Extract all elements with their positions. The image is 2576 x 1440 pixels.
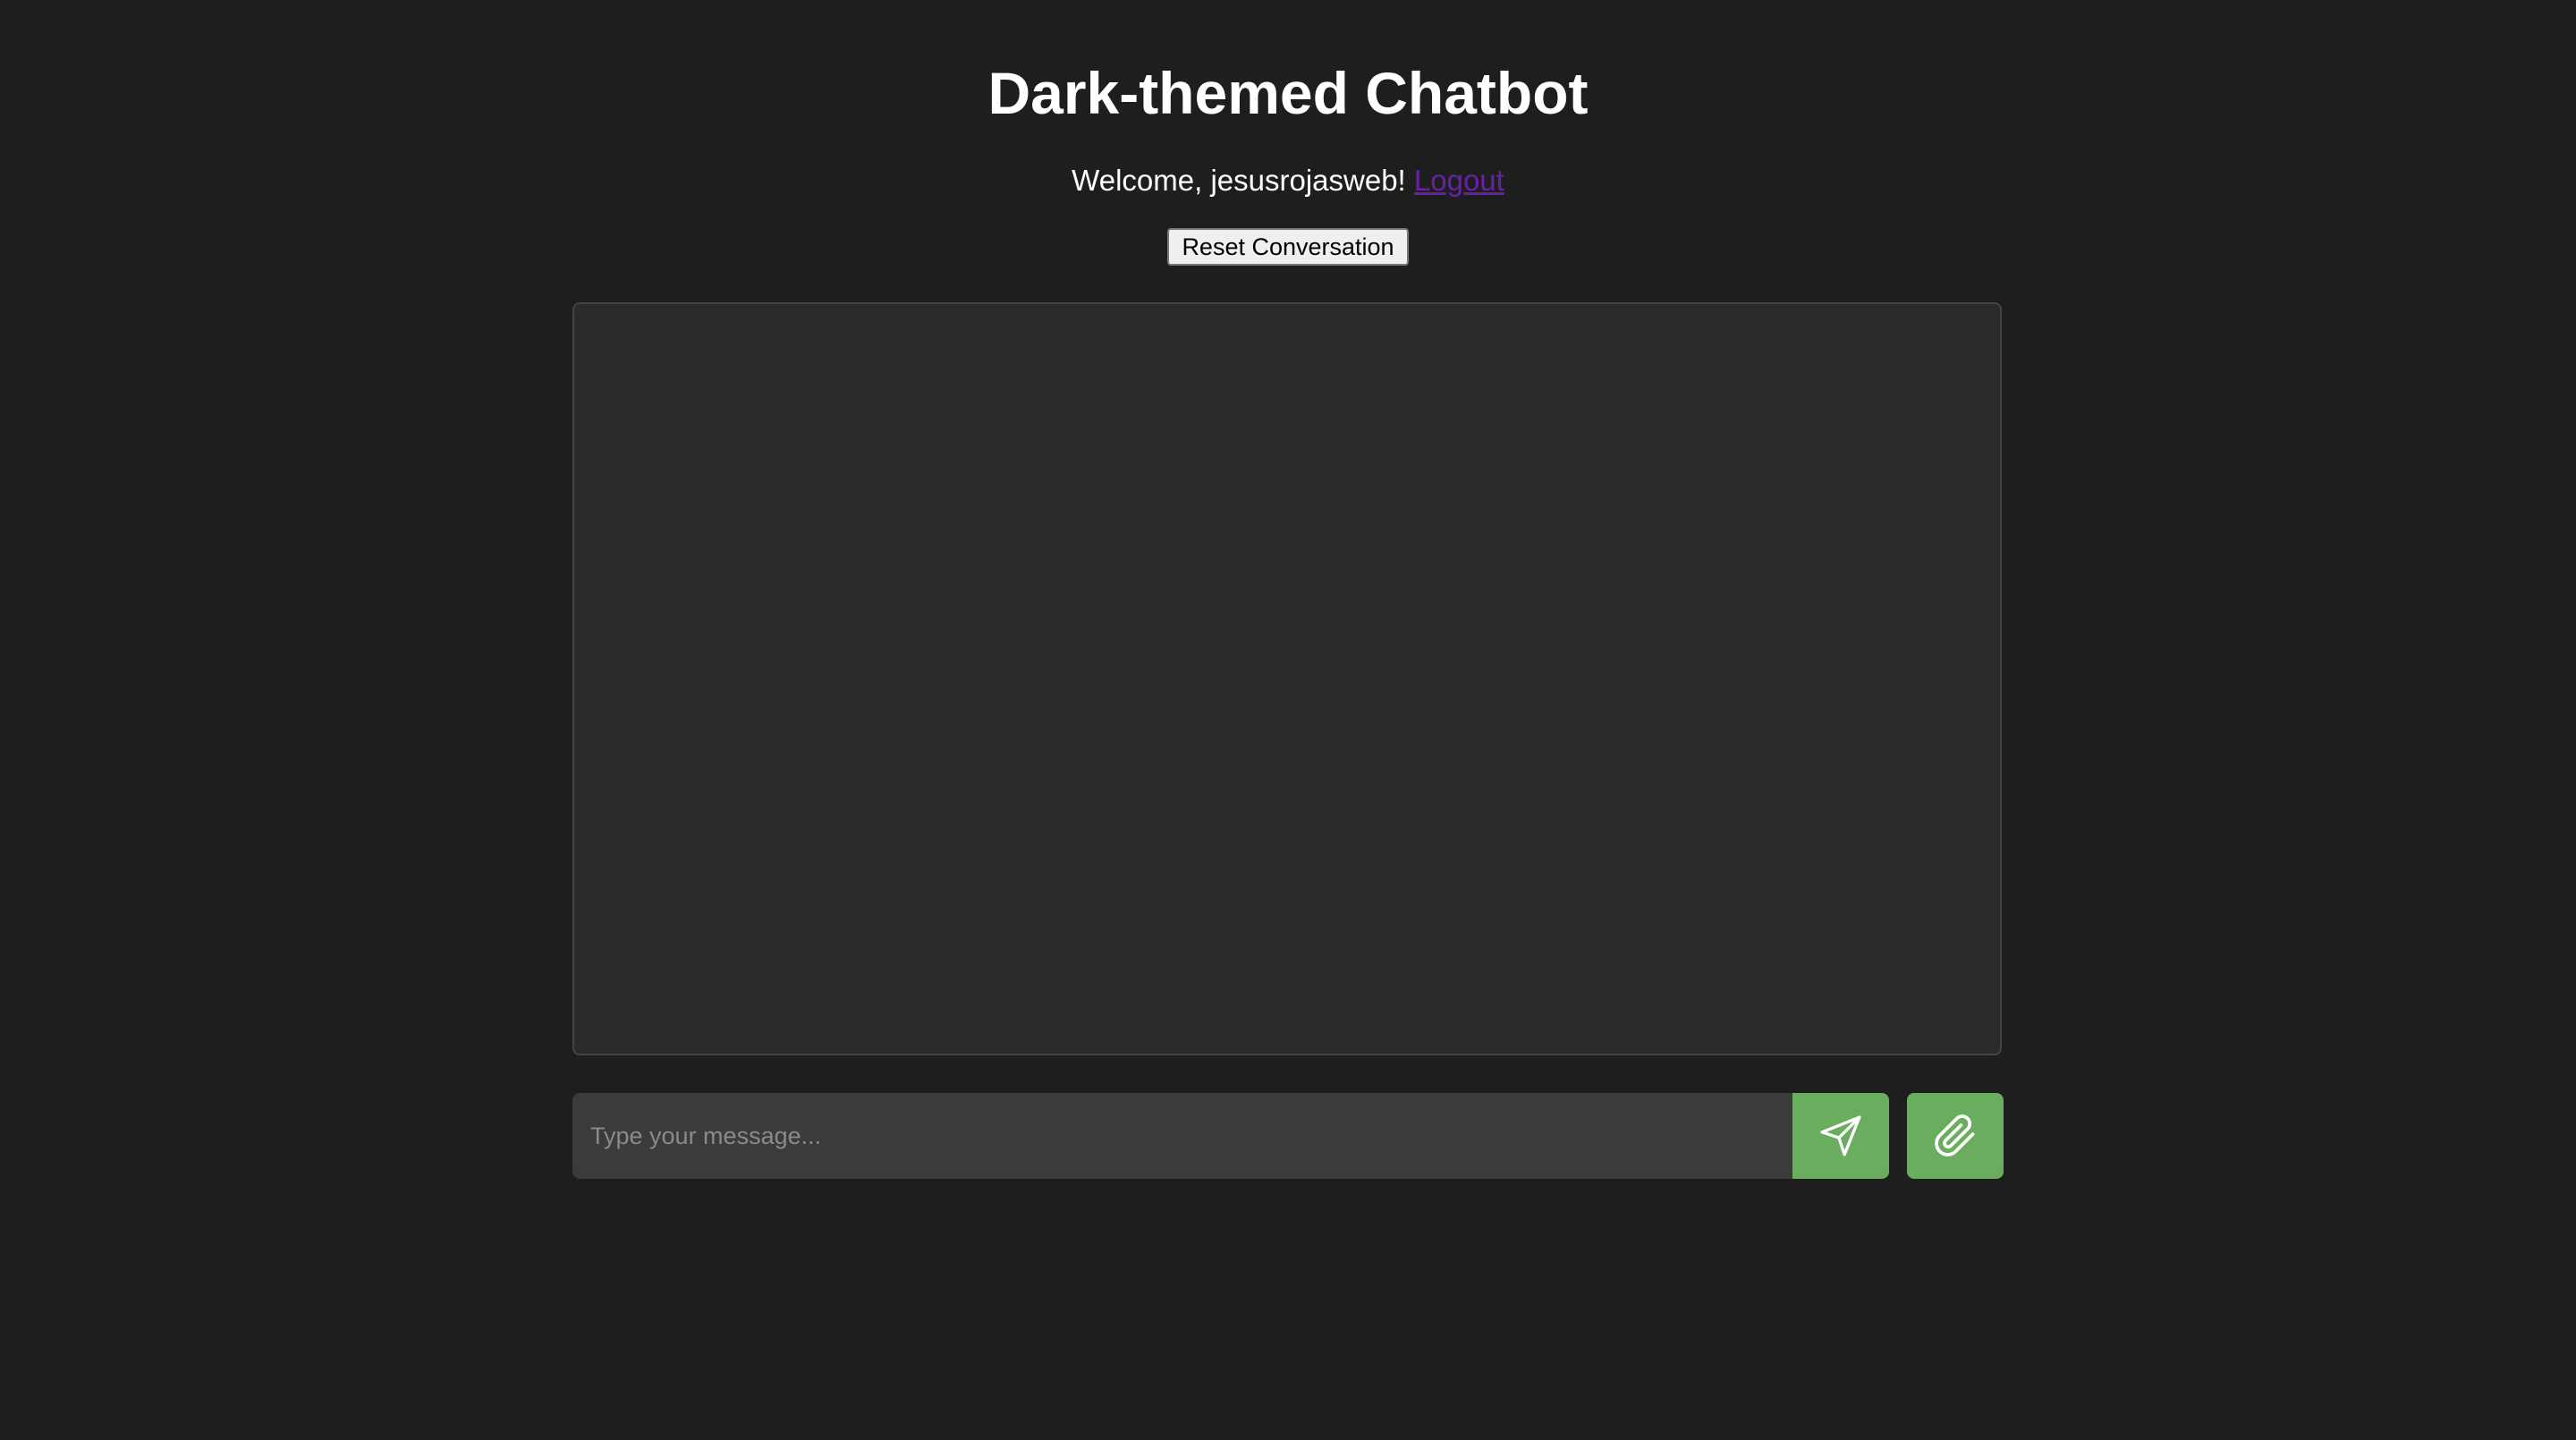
logout-link[interactable]: Logout [1414, 164, 1504, 197]
chatbot-page: Dark-themed Chatbot Welcome, jesusrojasw… [0, 0, 2576, 1440]
send-button[interactable] [1792, 1093, 1889, 1179]
paperclip-icon [1933, 1114, 1978, 1158]
message-composer [572, 1093, 2004, 1179]
chat-messages-area[interactable] [572, 302, 2002, 1055]
welcome-text: Welcome, jesusrojasweb! [1072, 164, 1406, 197]
reset-conversation-button[interactable]: Reset Conversation [1167, 228, 1409, 266]
reset-container: Reset Conversation [0, 228, 2576, 266]
welcome-line: Welcome, jesusrojasweb! Logout [0, 161, 2576, 200]
message-input[interactable] [572, 1093, 1792, 1179]
send-icon [1818, 1114, 1863, 1158]
attach-file-button[interactable] [1907, 1093, 2004, 1179]
page-title: Dark-themed Chatbot [987, 60, 1589, 126]
